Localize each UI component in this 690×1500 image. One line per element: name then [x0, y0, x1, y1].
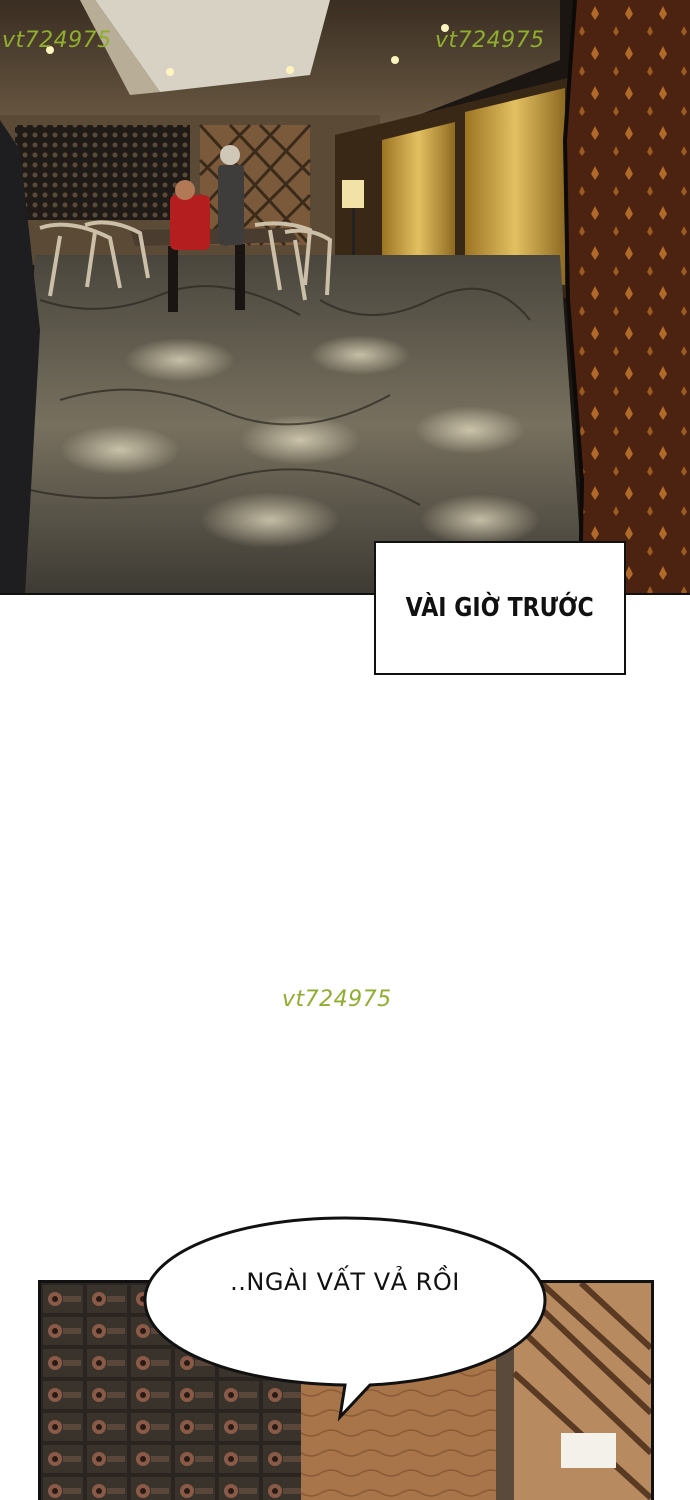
- watermark-top-left: vt724975: [2, 28, 112, 53]
- caption-text: VÀI GIỜ TRƯỚC: [405, 593, 595, 623]
- watermark-middle: vt724975: [282, 987, 392, 1012]
- caption-box: VÀI GIỜ TRƯỚC: [374, 541, 626, 675]
- figure-standing-suit: [218, 165, 244, 245]
- dining-room-illustration: [0, 0, 690, 593]
- watermark-top-right: vt724975: [435, 28, 545, 53]
- scene-panel-dining-room: [0, 0, 690, 595]
- speech-bubble-text: ..NGÀI VẤT VẢ RỒI: [230, 1268, 460, 1296]
- figure-seated-red: [170, 195, 210, 250]
